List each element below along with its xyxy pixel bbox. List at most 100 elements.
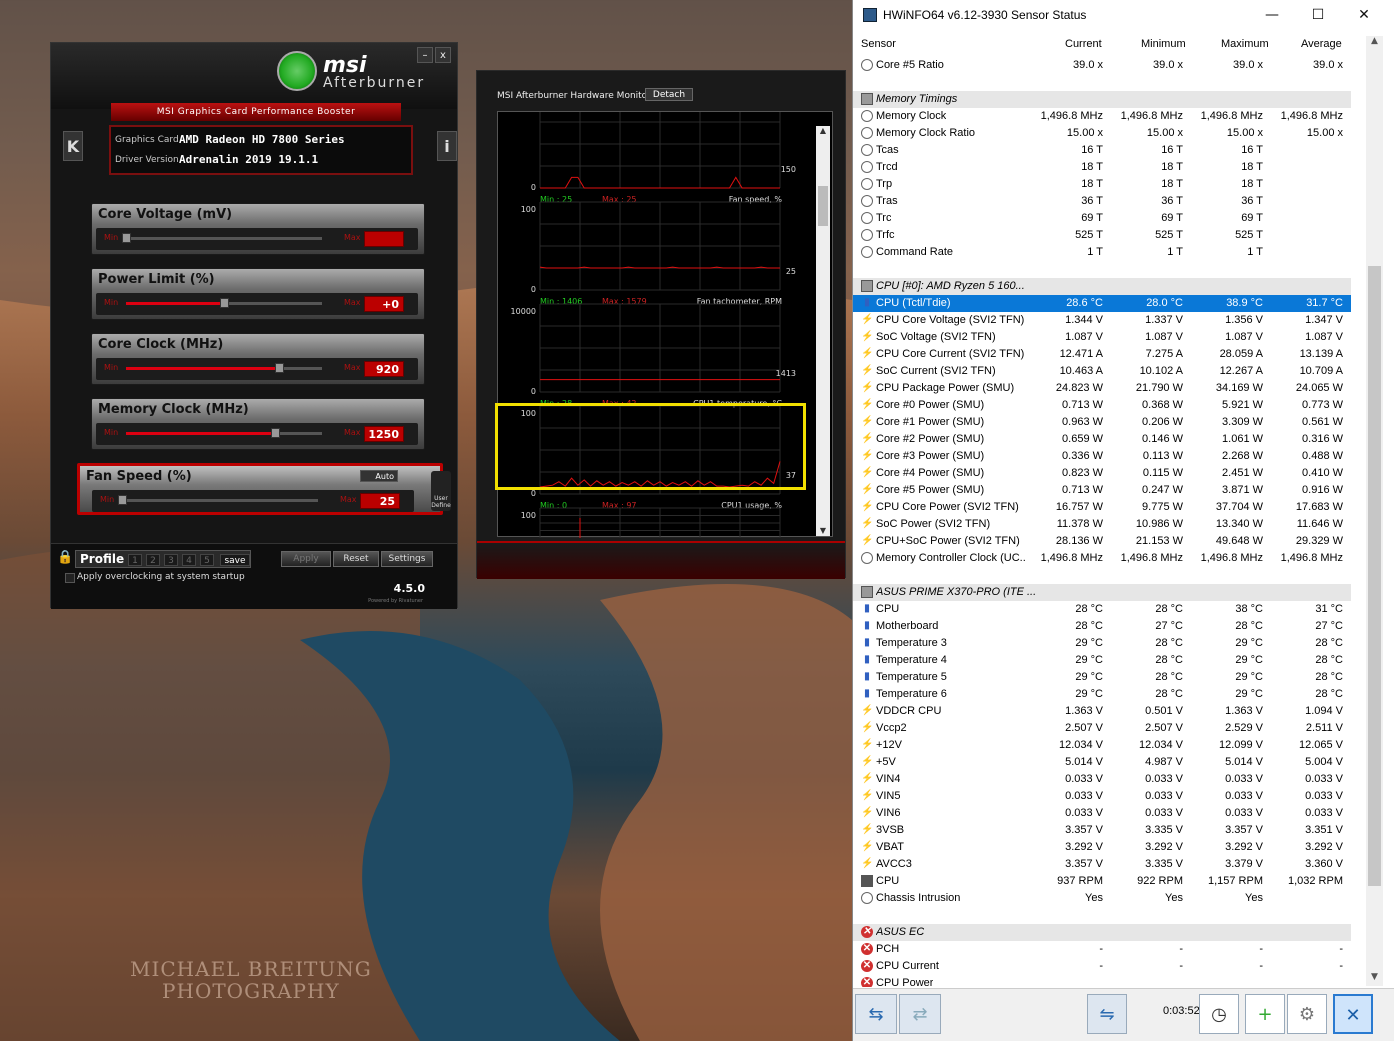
sensor-row[interactable]: ⚡ Core #0 Power (SMU) 0.713 W 0.368 W 5.921 … (853, 397, 1351, 414)
window-maximize-button[interactable]: ☐ (1295, 4, 1341, 26)
profile-slot-4[interactable]: 4 (182, 554, 196, 566)
user-define-button[interactable]: User Define (431, 471, 451, 511)
sensor-row[interactable]: ⚡ Core #4 Power (SMU) 0.823 W 0.115 W 2.451 … (853, 465, 1351, 482)
slider-value-box[interactable] (364, 231, 404, 247)
sensor-row[interactable]: Chassis Intrusion Yes Yes Yes (853, 890, 1351, 907)
column-current[interactable]: Current (1065, 38, 1102, 50)
sensor-row[interactable]: ⚡ VIN6 0.033 V 0.033 V 0.033 V 0.033 V (853, 805, 1351, 822)
fan-auto-button[interactable]: Auto (360, 470, 398, 482)
profile-slot-5[interactable]: 5 (200, 554, 214, 566)
sensor-row[interactable]: ▮ Temperature 6 29 °C 28 °C 29 °C 28 °C (853, 686, 1351, 703)
column-maximum[interactable]: Maximum (1221, 38, 1269, 50)
afterburner-titlebar[interactable]: msi Afterburner – x (51, 43, 457, 109)
sensor-row[interactable]: ⚡ 3VSB 3.357 V 3.335 V 3.357 V 3.351 V (853, 822, 1351, 839)
sensor-row[interactable]: ⚡ AVCC3 3.357 V 3.335 V 3.379 V 3.360 V (853, 856, 1351, 873)
settings-gear-icon[interactable]: ⚙ (1287, 994, 1327, 1034)
sensor-row[interactable]: Tras 36 T 36 T 36 T (853, 193, 1351, 210)
sensor-row[interactable]: Trc 69 T 69 T 69 T (853, 210, 1351, 227)
slider-track[interactable] (126, 363, 322, 373)
profile-slot-2[interactable]: 2 (146, 554, 160, 566)
detach-button[interactable]: Detach (645, 88, 693, 101)
slider-knob[interactable] (118, 495, 127, 505)
sensor-row[interactable]: ▮ CPU 28 °C 28 °C 38 °C 31 °C (853, 601, 1351, 618)
slider-value-box[interactable]: 920 (364, 361, 404, 377)
slider-track[interactable] (126, 428, 322, 438)
reset-button[interactable]: Reset (333, 551, 379, 567)
hwinfo-titlebar[interactable]: HWiNFO64 v6.12-3930 Sensor Status — ☐ ✕ (853, 0, 1394, 30)
scroll-down-icon[interactable]: ▼ (818, 526, 828, 536)
sensor-row[interactable]: ✕ CPU Power (853, 975, 1351, 987)
sensor-row[interactable]: ▮ Temperature 3 29 °C 28 °C 29 °C 28 °C (853, 635, 1351, 652)
sensor-row[interactable]: ⚡ SoC Voltage (SVI2 TFN) 1.087 V 1.087 V 1.0… (853, 329, 1351, 346)
sensor-list-scrollbar[interactable]: ▲ ▼ (1366, 36, 1383, 986)
sensor-row[interactable]: Tcas 16 T 16 T 16 T (853, 142, 1351, 159)
sensor-row[interactable]: CPU 937 RPM 922 RPM 1,157 RPM 1,032 RPM (853, 873, 1351, 890)
scroll-down-icon[interactable]: ▼ (1366, 972, 1383, 986)
profile-save-button[interactable]: save (220, 554, 250, 566)
sensor-group-row[interactable]: Memory Timings (853, 91, 1351, 108)
kombustor-button[interactable]: K (63, 131, 83, 161)
sensor-row[interactable]: ▮ CPU (Tctl/Tdie) 28.6 °C 28.0 °C 38.9 °C 31.… (853, 295, 1351, 312)
sensor-row[interactable]: ⚡ +12V 12.034 V 12.034 V 12.099 V 12.065 V (853, 737, 1351, 754)
sensor-row[interactable]: Memory Clock Ratio 15.00 x 15.00 x 15.00 x 1… (853, 125, 1351, 142)
sensor-row[interactable]: ✕ PCH - - - - (853, 941, 1351, 958)
minimize-button[interactable]: – (417, 47, 433, 63)
sensor-row[interactable]: Memory Clock 1,496.8 MHz 1,496.8 MHz 1,496.… (853, 108, 1351, 125)
sensor-row[interactable]: ⚡ VIN5 0.033 V 0.033 V 0.033 V 0.033 V (853, 788, 1351, 805)
sensor-scroll-thumb[interactable] (1368, 266, 1381, 886)
sensor-row[interactable]: Trp 18 T 18 T 18 T (853, 176, 1351, 193)
slider-value-box[interactable]: 1250 (364, 426, 404, 442)
slider-knob[interactable] (270, 428, 280, 438)
sensor-row[interactable]: ⚡ Core #1 Power (SMU) 0.963 W 0.206 W 3.309 … (853, 414, 1351, 431)
sensor-row[interactable]: ▮ Temperature 5 29 °C 28 °C 29 °C 28 °C (853, 669, 1351, 686)
sensor-group-row[interactable]: ASUS PRIME X370-PRO (ITE ... (853, 584, 1351, 601)
sensor-row[interactable]: ⚡ VDDCR CPU 1.363 V 0.501 V 1.363 V 1.094 V (853, 703, 1351, 720)
collapse-arrows-button[interactable]: ⇄ (899, 994, 941, 1034)
column-average[interactable]: Average (1301, 38, 1342, 50)
sensor-row[interactable]: ⚡ CPU Core Current (SVI2 TFN) 12.471 A 7.27… (853, 346, 1351, 363)
slider-knob[interactable] (220, 298, 229, 308)
sensor-row[interactable]: ⚡ Vccp2 2.507 V 2.507 V 2.529 V 2.511 V (853, 720, 1351, 737)
sensor-group-row[interactable]: ✕ ASUS EC (853, 924, 1351, 941)
window-minimize-button[interactable]: — (1249, 4, 1295, 26)
lock-icon[interactable]: 🔒 (57, 550, 73, 565)
sensor-row[interactable]: Trfc 525 T 525 T 525 T (853, 227, 1351, 244)
slider-track[interactable] (122, 233, 322, 243)
sensor-row[interactable]: ⚡ Core #3 Power (SMU) 0.336 W 0.113 W 2.268 … (853, 448, 1351, 465)
sensor-row[interactable]: ▮ Motherboard 28 °C 27 °C 28 °C 27 °C (853, 618, 1351, 635)
slider-knob[interactable] (122, 233, 131, 243)
slider-value-box[interactable]: +0 (364, 296, 404, 312)
sensor-row[interactable]: ⚡ CPU Core Voltage (SVI2 TFN) 1.344 V 1.337… (853, 312, 1351, 329)
sensor-row[interactable]: Trcd 18 T 18 T 18 T (853, 159, 1351, 176)
sensor-row[interactable]: Core #5 Ratio 39.0 x 39.0 x 39.0 x 39.0 x (853, 57, 1351, 74)
window-close-button[interactable]: ✕ (1341, 4, 1387, 26)
slider-value-box[interactable]: 25 (360, 493, 400, 509)
column-minimum[interactable]: Minimum (1141, 38, 1186, 50)
sensor-row[interactable]: Memory Controller Clock (UC... 1,496.8 MH… (853, 550, 1351, 567)
scroll-up-icon[interactable]: ▲ (1366, 36, 1383, 50)
sensor-row[interactable]: ⚡ CPU Package Power (SMU) 24.823 W 21.790 W… (853, 380, 1351, 397)
sensor-row[interactable]: ⚡ +5V 5.014 V 4.987 V 5.014 V 5.004 V (853, 754, 1351, 771)
clock-reset-icon[interactable]: ◷ (1199, 994, 1239, 1034)
slider-track[interactable] (118, 495, 318, 505)
navigate-arrows-button[interactable]: ⇆ (855, 994, 897, 1034)
monitor-scroll-thumb[interactable] (818, 186, 828, 226)
profile-slot-1[interactable]: 1 (128, 554, 142, 566)
close-button[interactable]: x (435, 47, 451, 63)
sensor-row[interactable]: ✕ CPU Current - - - - (853, 958, 1351, 975)
monitor-scrollbar[interactable]: ▲ ▼ (816, 126, 830, 536)
sensor-row[interactable]: ⚡ VBAT 3.292 V 3.292 V 3.292 V 3.292 V (853, 839, 1351, 856)
network-icon[interactable]: ⇋ (1087, 994, 1127, 1034)
sensor-row[interactable]: ⚡ Core #2 Power (SMU) 0.659 W 0.146 W 1.061 … (853, 431, 1351, 448)
sensor-row[interactable]: ▮ Temperature 4 29 °C 28 °C 29 °C 28 °C (853, 652, 1351, 669)
startup-checkbox-label[interactable]: Apply overclocking at system startup (65, 572, 245, 583)
apply-button[interactable]: Apply (281, 551, 331, 567)
sensor-row[interactable]: ⚡ SoC Power (SVI2 TFN) 11.378 W 10.986 W 13.… (853, 516, 1351, 533)
column-sensor[interactable]: Sensor (861, 38, 896, 50)
sensor-row[interactable]: ⚡ SoC Current (SVI2 TFN) 10.463 A 10.102 A 1… (853, 363, 1351, 380)
logging-add-icon[interactable]: + (1245, 994, 1285, 1034)
sensor-row[interactable]: Command Rate 1 T 1 T 1 T (853, 244, 1351, 261)
scroll-up-icon[interactable]: ▲ (818, 126, 828, 136)
sensor-row[interactable]: ⚡ CPU+SoC Power (SVI2 TFN) 28.136 W 21.153 … (853, 533, 1351, 550)
profile-slot-3[interactable]: 3 (164, 554, 178, 566)
